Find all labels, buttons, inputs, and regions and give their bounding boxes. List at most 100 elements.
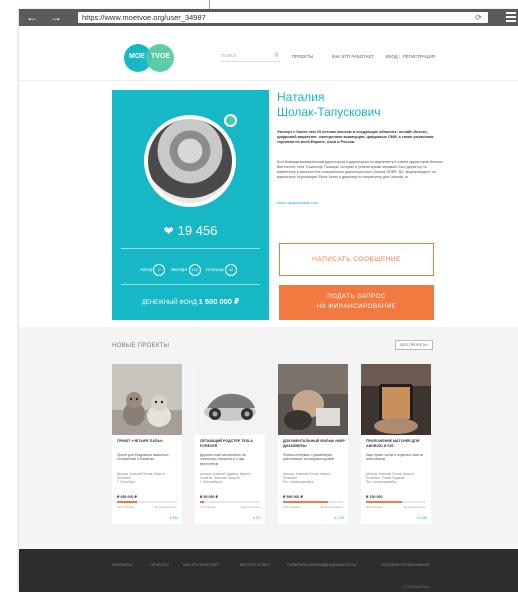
online-status-icon <box>224 114 237 127</box>
role-author-label: Автор <box>140 267 153 273</box>
project-image-matcher-app <box>361 364 431 435</box>
project-collected: 75% собрано <box>283 505 301 509</box>
card-divider-bottom <box>121 284 260 285</box>
project-progress-fill <box>200 501 205 503</box>
section-title: НОВЫЕ ПРОЕКТЫ <box>112 343 170 349</box>
profile-website-link[interactable]: www.natalisavalak.com <box>277 200 318 205</box>
project-likes-count: 1736 <box>336 516 344 520</box>
role-author-count: 2 <box>153 264 166 276</box>
profile-card: ❤ 19 456 Автор 2 Эксперт 112 Спонсор 42 ДЕНЕ… <box>112 90 269 320</box>
project-author-names: Авторы: Алексей Худяков, Кирилл Зинатов,… <box>200 472 251 481</box>
project-collected: 7% собрано <box>200 505 216 509</box>
logo-text-left: MOE <box>129 53 145 60</box>
project-card[interactable]: ЛЕТАЮЩИЙ РОДСТЕР TESLA FOREVER Двухместн… <box>195 364 265 524</box>
project-likes-count: 1268 <box>419 516 427 520</box>
project-likes-count: 894 <box>172 516 178 520</box>
footer-copyright: © 2016 MoeTvoe <box>403 585 430 589</box>
project-days-left: 19 дней осталось <box>403 505 426 509</box>
project-amount: ₽ 90 000 ₽ <box>200 495 218 499</box>
back-arrow-icon[interactable]: ← <box>25 10 39 24</box>
site-footer: КОНТАКТЫ ПРОЕКТЫ КАК ЭТО РАБОТАЕТ ВОПРОС… <box>19 549 518 592</box>
footer-faq[interactable]: ВОПРОС-ОТВЕТ <box>240 563 270 567</box>
search-icon[interactable]: ⚲ <box>275 52 279 59</box>
project-likes[interactable]: ♥ 1736 <box>334 516 344 520</box>
project-collected: 60% собрано <box>366 505 384 509</box>
project-likes[interactable]: ♥ 227 <box>253 516 261 520</box>
project-card[interactable]: ДОКУМЕНТАЛЬНЫЙ ФИЛЬМ «МИР ДИЗАЙНЕРА» Фил… <box>278 364 348 524</box>
browser-window: ← → https://www.moetvoe.org/user_34987 ⟳… <box>19 9 518 592</box>
likes-count: 19 456 <box>177 223 218 238</box>
profile-first-name: Наталия <box>277 90 325 104</box>
heart-icon: ♥ <box>169 516 172 520</box>
request-funding-line2: НА ФИНАНСИРОВАНИЕ <box>316 303 397 310</box>
heart-icon: ♥ <box>417 516 420 520</box>
project-location: Пос. Красноармейск <box>283 480 314 485</box>
project-days-left: 40 дней осталось <box>154 505 177 509</box>
project-days-left: 36 дней осталось <box>320 505 343 509</box>
profile-name: Наталия Шолак-Тапускович <box>277 90 457 120</box>
project-authors: Авторы: Алексей Худяков, Кирилл Зинатов,… <box>200 472 262 485</box>
project-card[interactable]: ПРИЮТ «ЧЕТЫРЕ ЛАПЫ» Приют для бездомных … <box>112 364 182 524</box>
forward-arrow-icon[interactable]: → <box>49 10 63 24</box>
footer-contacts[interactable]: КОНТАКТЫ <box>112 563 132 567</box>
request-funding-line1: ПОДАТЬ ЗАПРОС <box>327 293 386 300</box>
project-amount: ₽ 590 000 ₽ <box>283 495 303 499</box>
project-title: ДОКУМЕНТАЛЬНЫЙ ФИЛЬМ «МИР ДИЗАЙНЕРА» <box>283 439 345 448</box>
heart-icon: ❤ <box>163 224 174 238</box>
project-image-kittens <box>112 364 182 435</box>
project-meta: 33% собрано 40 дней осталось <box>117 505 177 509</box>
likes-counter[interactable]: ❤ 19 456 <box>112 223 269 238</box>
site-logo[interactable]: MOE TVOE <box>124 44 176 72</box>
project-authors: Авторы: Алексей Попов, Никита Печенкин По… <box>283 472 345 485</box>
fund-value: 1 500 000 ₽ <box>198 297 240 306</box>
nav-projects[interactable]: ПРОЕКТЫ <box>292 54 313 59</box>
project-progress-fill <box>283 501 328 503</box>
avatar-photo <box>148 119 232 203</box>
footer-how-it-works[interactable]: КАК ЭТО РАБОТАЕТ <box>183 563 220 567</box>
project-image-roadster <box>195 364 265 435</box>
avatar <box>144 115 236 207</box>
footer-projects[interactable]: ПРОЕКТЫ <box>150 563 169 567</box>
project-location: Г. Новосибирск <box>200 480 223 485</box>
card-divider-top <box>121 248 260 249</box>
project-progress <box>117 501 177 503</box>
new-projects-section: НОВЫЕ ПРОЕКТЫ ВСЕ ПРОЕКТЫ ПРИЮТ «ЧЕТЫРЕ … <box>19 327 518 549</box>
project-card[interactable]: ПРИЛОЖЕНИЕ MATCHER ДЛЯ ANDROID И IOS Ищи… <box>361 364 431 524</box>
project-progress-fill <box>366 501 402 503</box>
role-expert-count: 112 <box>188 264 201 276</box>
hamburger-menu-icon[interactable] <box>506 12 516 22</box>
project-location: Г. Петербург <box>117 480 136 485</box>
project-days-left: 3 дня осталось <box>240 505 260 509</box>
search-input[interactable]: ПОИСК ⚲ <box>220 52 280 62</box>
project-progress-fill <box>117 501 137 503</box>
project-meta: 60% собрано 19 дней осталось <box>366 505 426 509</box>
nav-how-it-works[interactable]: КАК ЭТО РАБОТАЕТ <box>332 54 374 59</box>
project-likes[interactable]: ♥ 894 <box>170 516 178 520</box>
project-progress <box>366 501 426 503</box>
project-description: Ищи приют котов и поделись ими со всем м… <box>366 453 424 462</box>
project-image-designer <box>278 364 348 435</box>
all-projects-button[interactable]: ВСЕ ПРОЕКТЫ <box>395 340 433 350</box>
project-authors: Авторы: Алексей Попов, Никита Печенкин, … <box>366 472 428 485</box>
profile-bio: Был бывшим коммерческим директором и дир… <box>277 160 443 179</box>
nav-login[interactable]: ВХОД <box>386 54 398 59</box>
request-funding-button[interactable]: ПОДАТЬ ЗАПРОС НА ФИНАНСИРОВАНИЕ <box>279 285 434 320</box>
heart-icon: ♥ <box>334 516 337 520</box>
project-amount: ₽ 650 000 ₽ <box>117 495 137 499</box>
reload-icon[interactable]: ⟳ <box>475 12 482 23</box>
guide-line <box>209 0 210 9</box>
project-title: ПРИЛОЖЕНИЕ MATCHER ДЛЯ ANDROID И IOS <box>366 439 420 448</box>
footer-terms[interactable]: УСЛОВИЯ ПОЛЬЗОВАНИЯ <box>381 563 429 567</box>
address-bar[interactable]: https://www.moetvoe.org/user_34987 ⟳ <box>78 12 488 23</box>
project-meta: 75% собрано 36 дней осталось <box>283 505 343 509</box>
project-progress <box>283 501 343 503</box>
write-message-button[interactable]: НАПИСАТЬ СООБЩЕНИЕ <box>279 243 434 276</box>
role-sponsor-count: 42 <box>224 264 237 276</box>
nav-register[interactable]: РЕГИСТРАЦИЯ <box>403 54 435 59</box>
profile-bio-summary: Эксперт с более чем 15 летним опытом в с… <box>277 130 434 145</box>
project-author-names: Авторы: Алексей Попов, Никита Печенкин <box>117 472 165 481</box>
project-likes[interactable]: ♥ 1268 <box>417 516 427 520</box>
project-author-names: Авторы: Алексей Попов, Никита Печенкин <box>283 472 331 481</box>
footer-privacy[interactable]: ПОЛИТИКА КОНФИДЕНЦИАЛЬНОСТИ <box>287 563 357 567</box>
project-authors: Авторы: Алексей Попов, Никита Печенкин Г.… <box>117 472 179 485</box>
